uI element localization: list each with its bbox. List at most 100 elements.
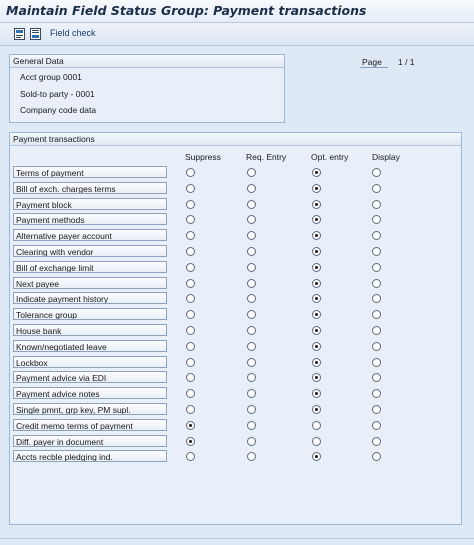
radio-opt-entry[interactable]	[312, 294, 321, 303]
row-label: Payment advice via EDI	[13, 371, 167, 383]
radio-display[interactable]	[372, 452, 381, 461]
radio-opt-entry[interactable]	[312, 247, 321, 256]
radio-opt-entry[interactable]	[312, 437, 321, 446]
radio-opt-entry[interactable]	[312, 215, 321, 224]
row-label: Accts recble pledging ind.	[13, 450, 167, 462]
radio-req-entry[interactable]	[247, 326, 256, 335]
column-header-req-entry: Req. Entry	[246, 152, 287, 162]
row-label: Lockbox	[13, 356, 167, 368]
radio-opt-entry[interactable]	[312, 231, 321, 240]
radio-suppress[interactable]	[186, 215, 195, 224]
radio-display[interactable]	[372, 389, 381, 398]
radio-display[interactable]	[372, 310, 381, 319]
radio-suppress[interactable]	[186, 389, 195, 398]
radio-opt-entry[interactable]	[312, 184, 321, 193]
row-label: Single pmnt, grp key, PM supl.	[13, 403, 167, 415]
radio-req-entry[interactable]	[247, 373, 256, 382]
radio-req-entry[interactable]	[247, 263, 256, 272]
company-code-data-text: Company code data	[20, 105, 97, 115]
radio-req-entry[interactable]	[247, 358, 256, 367]
radio-display[interactable]	[372, 247, 381, 256]
row-label: Clearing with vendor	[13, 245, 167, 257]
radio-display[interactable]	[372, 405, 381, 414]
radio-req-entry[interactable]	[247, 184, 256, 193]
radio-suppress[interactable]	[186, 373, 195, 382]
radio-opt-entry[interactable]	[312, 373, 321, 382]
radio-display[interactable]	[372, 263, 381, 272]
radio-suppress[interactable]	[186, 326, 195, 335]
radio-display[interactable]	[372, 184, 381, 193]
radio-display[interactable]	[372, 231, 381, 240]
radio-display[interactable]	[372, 358, 381, 367]
radio-suppress[interactable]	[186, 247, 195, 256]
radio-req-entry[interactable]	[247, 200, 256, 209]
page-label: Page	[362, 57, 382, 67]
row-label: Payment methods	[13, 213, 167, 225]
radio-suppress[interactable]	[186, 263, 195, 272]
radio-req-entry[interactable]	[247, 421, 256, 430]
radio-display[interactable]	[372, 342, 381, 351]
row-label: Credit memo terms of payment	[13, 419, 167, 431]
row-label: Diff. payer in document	[13, 435, 167, 447]
radio-req-entry[interactable]	[247, 231, 256, 240]
radio-opt-entry[interactable]	[312, 310, 321, 319]
radio-display[interactable]	[372, 294, 381, 303]
radio-opt-entry[interactable]	[312, 389, 321, 398]
next-page-icon[interactable]	[30, 28, 41, 40]
radio-opt-entry[interactable]	[312, 263, 321, 272]
row-label: Payment block	[13, 198, 167, 210]
radio-opt-entry[interactable]	[312, 405, 321, 414]
radio-opt-entry[interactable]	[312, 326, 321, 335]
radio-suppress[interactable]	[186, 279, 195, 288]
radio-suppress[interactable]	[186, 358, 195, 367]
general-data-group: General Data Acct group 0001 Sold-to par…	[9, 54, 285, 123]
row-label: Bill of exchange limit	[13, 261, 167, 273]
radio-suppress[interactable]	[186, 342, 195, 351]
radio-req-entry[interactable]	[247, 342, 256, 351]
radio-opt-entry[interactable]	[312, 342, 321, 351]
radio-display[interactable]	[372, 373, 381, 382]
radio-suppress[interactable]	[186, 405, 195, 414]
radio-display[interactable]	[372, 326, 381, 335]
field-check-button[interactable]: Field check	[50, 28, 96, 38]
radio-opt-entry[interactable]	[312, 421, 321, 430]
page-value: 1 / 1	[398, 57, 415, 67]
radio-suppress[interactable]	[186, 421, 195, 430]
radio-suppress[interactable]	[186, 168, 195, 177]
radio-req-entry[interactable]	[247, 437, 256, 446]
page-label-underline	[360, 67, 388, 68]
radio-suppress[interactable]	[186, 200, 195, 209]
column-header-suppress: Suppress	[185, 152, 221, 162]
radio-suppress[interactable]	[186, 452, 195, 461]
general-data-header: General Data	[10, 55, 284, 68]
radio-req-entry[interactable]	[247, 294, 256, 303]
radio-req-entry[interactable]	[247, 405, 256, 414]
radio-suppress[interactable]	[186, 294, 195, 303]
radio-display[interactable]	[372, 200, 381, 209]
previous-page-icon[interactable]	[14, 28, 25, 40]
radio-display[interactable]	[372, 421, 381, 430]
radio-req-entry[interactable]	[247, 279, 256, 288]
column-header-opt-entry: Opt. entry	[311, 152, 349, 162]
row-label: Indicate payment history	[13, 292, 167, 304]
row-label: Bill of exch. charges terms	[13, 182, 167, 194]
radio-suppress[interactable]	[186, 310, 195, 319]
radio-suppress[interactable]	[186, 184, 195, 193]
radio-display[interactable]	[372, 168, 381, 177]
radio-opt-entry[interactable]	[312, 279, 321, 288]
radio-req-entry[interactable]	[247, 389, 256, 398]
radio-display[interactable]	[372, 279, 381, 288]
radio-display[interactable]	[372, 215, 381, 224]
radio-req-entry[interactable]	[247, 452, 256, 461]
radio-opt-entry[interactable]	[312, 452, 321, 461]
radio-opt-entry[interactable]	[312, 358, 321, 367]
radio-req-entry[interactable]	[247, 215, 256, 224]
radio-display[interactable]	[372, 437, 381, 446]
radio-req-entry[interactable]	[247, 310, 256, 319]
radio-req-entry[interactable]	[247, 168, 256, 177]
radio-suppress[interactable]	[186, 437, 195, 446]
radio-opt-entry[interactable]	[312, 200, 321, 209]
radio-req-entry[interactable]	[247, 247, 256, 256]
radio-suppress[interactable]	[186, 231, 195, 240]
radio-opt-entry[interactable]	[312, 168, 321, 177]
